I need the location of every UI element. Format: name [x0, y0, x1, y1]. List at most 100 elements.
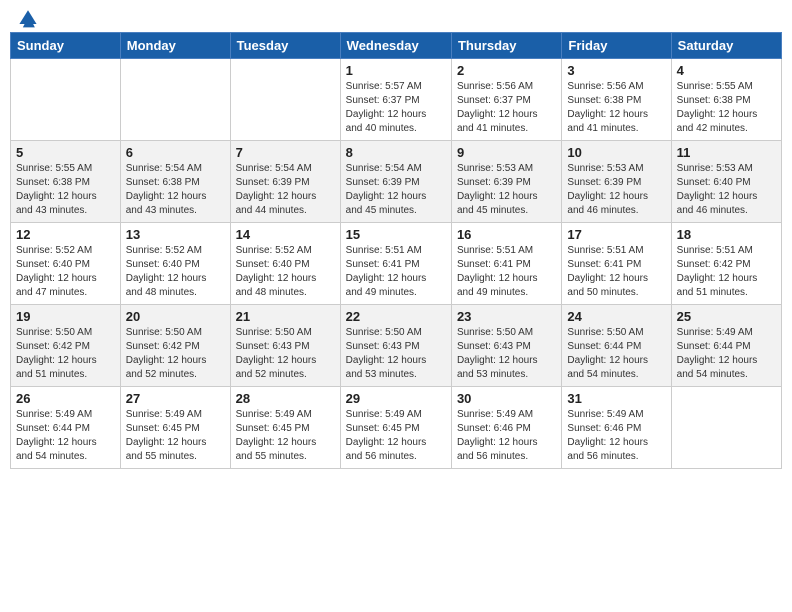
day-number: 4: [677, 63, 776, 78]
weekday-header-wednesday: Wednesday: [340, 33, 451, 59]
calendar-cell: 9 Sunrise: 5:53 AMSunset: 6:39 PMDaylight…: [451, 141, 561, 223]
calendar-cell: 12 Sunrise: 5:52 AMSunset: 6:40 PMDayligh…: [11, 223, 121, 305]
day-info: Sunrise: 5:56 AMSunset: 6:38 PMDaylight:…: [567, 80, 665, 136]
day-info: Sunrise: 5:49 AMSunset: 6:45 PMDaylight:…: [126, 408, 225, 464]
calendar-cell: 31 Sunrise: 5:49 AMSunset: 6:46 PMDayligh…: [562, 387, 671, 469]
week-row-3: 12 Sunrise: 5:52 AMSunset: 6:40 PMDayligh…: [11, 223, 782, 305]
calendar-cell: 29 Sunrise: 5:49 AMSunset: 6:45 PMDayligh…: [340, 387, 451, 469]
day-number: 30: [457, 391, 556, 406]
day-number: 20: [126, 309, 225, 324]
day-number: 5: [16, 145, 115, 160]
day-info: Sunrise: 5:52 AMSunset: 6:40 PMDaylight:…: [126, 244, 225, 300]
day-info: Sunrise: 5:53 AMSunset: 6:40 PMDaylight:…: [677, 162, 776, 218]
calendar-cell: [671, 387, 781, 469]
day-number: 31: [567, 391, 665, 406]
day-number: 23: [457, 309, 556, 324]
week-row-4: 19 Sunrise: 5:50 AMSunset: 6:42 PMDayligh…: [11, 305, 782, 387]
day-info: Sunrise: 5:52 AMSunset: 6:40 PMDaylight:…: [16, 244, 115, 300]
day-info: Sunrise: 5:49 AMSunset: 6:44 PMDaylight:…: [16, 408, 115, 464]
day-number: 25: [677, 309, 776, 324]
calendar-cell: 13 Sunrise: 5:52 AMSunset: 6:40 PMDayligh…: [120, 223, 230, 305]
day-info: Sunrise: 5:49 AMSunset: 6:45 PMDaylight:…: [236, 408, 335, 464]
calendar-cell: 21 Sunrise: 5:50 AMSunset: 6:43 PMDayligh…: [230, 305, 340, 387]
day-number: 17: [567, 227, 665, 242]
day-info: Sunrise: 5:55 AMSunset: 6:38 PMDaylight:…: [16, 162, 115, 218]
weekday-header-sunday: Sunday: [11, 33, 121, 59]
calendar-cell: 18Sunrise: 5:51 AMSunset: 6:42 PMDayligh…: [671, 223, 781, 305]
calendar-cell: 11 Sunrise: 5:53 AMSunset: 6:40 PMDayligh…: [671, 141, 781, 223]
day-info: Sunrise: 5:50 AMSunset: 6:43 PMDaylight:…: [346, 326, 446, 382]
day-number: 12: [16, 227, 115, 242]
week-row-1: 1 Sunrise: 5:57 AMSunset: 6:37 PMDaylight…: [11, 59, 782, 141]
day-info: Sunrise: 5:51 AMSunset: 6:42 PMDaylight:…: [677, 244, 776, 300]
day-number: 11: [677, 145, 776, 160]
calendar-cell: 10Sunrise: 5:53 AMSunset: 6:39 PMDayligh…: [562, 141, 671, 223]
week-row-2: 5 Sunrise: 5:55 AMSunset: 6:38 PMDaylight…: [11, 141, 782, 223]
weekday-header-friday: Friday: [562, 33, 671, 59]
day-info: Sunrise: 5:51 AMSunset: 6:41 PMDaylight:…: [346, 244, 446, 300]
day-number: 14: [236, 227, 335, 242]
day-info: Sunrise: 5:56 AMSunset: 6:37 PMDaylight:…: [457, 80, 556, 136]
calendar-cell: 26 Sunrise: 5:49 AMSunset: 6:44 PMDayligh…: [11, 387, 121, 469]
day-number: 24: [567, 309, 665, 324]
day-number: 26: [16, 391, 115, 406]
calendar-cell: 27 Sunrise: 5:49 AMSunset: 6:45 PMDayligh…: [120, 387, 230, 469]
day-info: Sunrise: 5:53 AMSunset: 6:39 PMDaylight:…: [457, 162, 556, 218]
calendar-cell: 24 Sunrise: 5:50 AMSunset: 6:44 PMDayligh…: [562, 305, 671, 387]
calendar-cell: [11, 59, 121, 141]
day-number: 7: [236, 145, 335, 160]
day-info: Sunrise: 5:54 AMSunset: 6:38 PMDaylight:…: [126, 162, 225, 218]
day-number: 21: [236, 309, 335, 324]
day-number: 15: [346, 227, 446, 242]
day-number: 22: [346, 309, 446, 324]
weekday-header-tuesday: Tuesday: [230, 33, 340, 59]
calendar-cell: 2 Sunrise: 5:56 AMSunset: 6:37 PMDaylight…: [451, 59, 561, 141]
calendar-cell: 14Sunrise: 5:52 AMSunset: 6:40 PMDayligh…: [230, 223, 340, 305]
weekday-header-saturday: Saturday: [671, 33, 781, 59]
calendar-cell: [230, 59, 340, 141]
day-info: Sunrise: 5:50 AMSunset: 6:44 PMDaylight:…: [567, 326, 665, 382]
logo-icon: [16, 6, 40, 30]
calendar-cell: 20 Sunrise: 5:50 AMSunset: 6:42 PMDayligh…: [120, 305, 230, 387]
calendar-cell: 17 Sunrise: 5:51 AMSunset: 6:41 PMDayligh…: [562, 223, 671, 305]
calendar-cell: 8Sunrise: 5:54 AMSunset: 6:39 PMDaylight…: [340, 141, 451, 223]
calendar-cell: 23Sunrise: 5:50 AMSunset: 6:43 PMDayligh…: [451, 305, 561, 387]
day-info: Sunrise: 5:50 AMSunset: 6:42 PMDaylight:…: [16, 326, 115, 382]
day-number: 1: [346, 63, 446, 78]
page-header: [10, 10, 782, 24]
day-info: Sunrise: 5:50 AMSunset: 6:42 PMDaylight:…: [126, 326, 225, 382]
day-number: 9: [457, 145, 556, 160]
calendar-cell: 30 Sunrise: 5:49 AMSunset: 6:46 PMDayligh…: [451, 387, 561, 469]
week-row-5: 26 Sunrise: 5:49 AMSunset: 6:44 PMDayligh…: [11, 387, 782, 469]
day-info: Sunrise: 5:51 AMSunset: 6:41 PMDaylight:…: [567, 244, 665, 300]
day-info: Sunrise: 5:57 AMSunset: 6:37 PMDaylight:…: [346, 80, 446, 136]
day-number: 8: [346, 145, 446, 160]
logo: [14, 10, 40, 24]
weekday-header-thursday: Thursday: [451, 33, 561, 59]
day-info: Sunrise: 5:49 AMSunset: 6:45 PMDaylight:…: [346, 408, 446, 464]
calendar-cell: 7 Sunrise: 5:54 AMSunset: 6:39 PMDaylight…: [230, 141, 340, 223]
calendar-cell: 3 Sunrise: 5:56 AMSunset: 6:38 PMDaylight…: [562, 59, 671, 141]
day-number: 29: [346, 391, 446, 406]
calendar-cell: 25 Sunrise: 5:49 AMSunset: 6:44 PMDayligh…: [671, 305, 781, 387]
calendar-cell: [120, 59, 230, 141]
day-info: Sunrise: 5:50 AMSunset: 6:43 PMDaylight:…: [236, 326, 335, 382]
day-number: 27: [126, 391, 225, 406]
day-number: 3: [567, 63, 665, 78]
calendar-cell: 5 Sunrise: 5:55 AMSunset: 6:38 PMDaylight…: [11, 141, 121, 223]
calendar-table: SundayMondayTuesdayWednesdayThursdayFrid…: [10, 32, 782, 469]
day-info: Sunrise: 5:49 AMSunset: 6:46 PMDaylight:…: [457, 408, 556, 464]
calendar-cell: 15 Sunrise: 5:51 AMSunset: 6:41 PMDayligh…: [340, 223, 451, 305]
day-number: 2: [457, 63, 556, 78]
day-info: Sunrise: 5:49 AMSunset: 6:44 PMDaylight:…: [677, 326, 776, 382]
weekday-header-row: SundayMondayTuesdayWednesdayThursdayFrid…: [11, 33, 782, 59]
day-info: Sunrise: 5:49 AMSunset: 6:46 PMDaylight:…: [567, 408, 665, 464]
day-info: Sunrise: 5:53 AMSunset: 6:39 PMDaylight:…: [567, 162, 665, 218]
calendar-cell: 16Sunrise: 5:51 AMSunset: 6:41 PMDayligh…: [451, 223, 561, 305]
weekday-header-monday: Monday: [120, 33, 230, 59]
day-number: 16: [457, 227, 556, 242]
day-number: 19: [16, 309, 115, 324]
day-number: 13: [126, 227, 225, 242]
calendar-cell: 28Sunrise: 5:49 AMSunset: 6:45 PMDayligh…: [230, 387, 340, 469]
day-info: Sunrise: 5:54 AMSunset: 6:39 PMDaylight:…: [236, 162, 335, 218]
